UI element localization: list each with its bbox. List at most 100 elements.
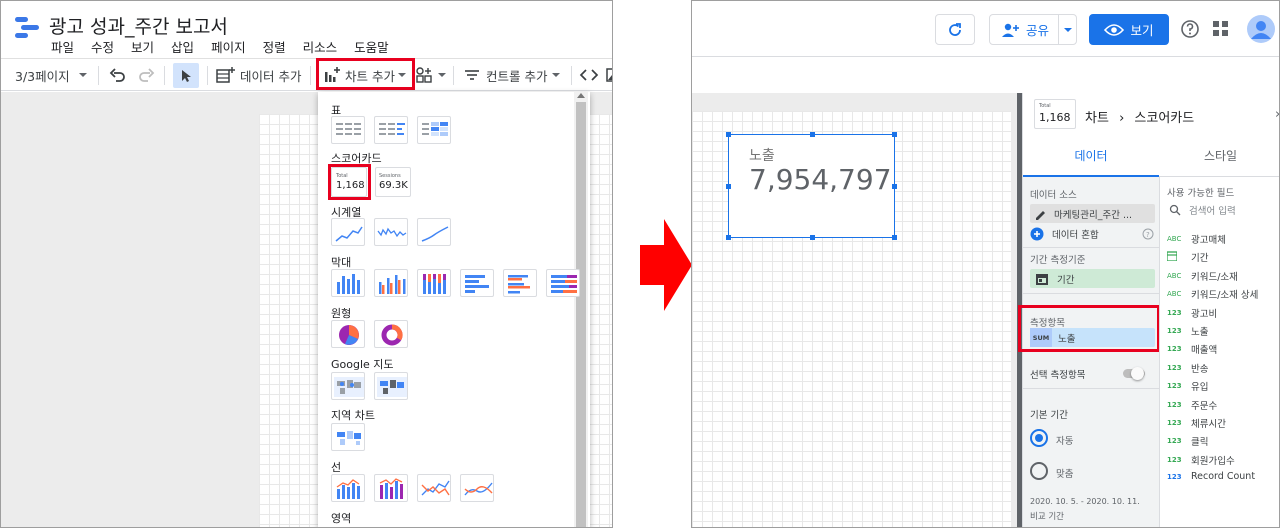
google-maps-filled-option[interactable] [374, 372, 408, 400]
line-chart-option[interactable] [417, 474, 451, 502]
menu-arrange[interactable]: 정렬 [263, 37, 286, 56]
field-type-icon: 123 [1167, 400, 1182, 409]
breadcrumb-chart[interactable]: 차트 [1085, 111, 1109, 126]
data-source-chip[interactable]: 마케팅관리_주간 ... [1030, 204, 1155, 223]
field-name: 체류시간 [1191, 419, 1226, 430]
menu-insert[interactable]: 삽입 [171, 37, 194, 56]
add-control-button[interactable]: 컨트롤 추가 [463, 59, 561, 91]
timeseries-option[interactable] [331, 218, 365, 246]
menu-file[interactable]: 파일 [51, 37, 74, 56]
add-component-icon[interactable] [415, 59, 446, 91]
field-item[interactable]: 123 Record Count [1167, 471, 1255, 482]
field-type-icon: ABC [1167, 235, 1182, 243]
field-name: 반송 [1191, 363, 1209, 375]
field-item[interactable]: 123 주문수 [1167, 398, 1217, 412]
image-icon[interactable] [606, 59, 612, 91]
field-item[interactable]: 123 노출 [1167, 324, 1208, 338]
custom-radio[interactable] [1030, 462, 1048, 480]
sparkline-option[interactable] [374, 218, 408, 246]
field-name: 기간 [1191, 253, 1209, 265]
page-selector[interactable]: 3/3페이지 [15, 59, 87, 91]
select-cursor-icon[interactable] [173, 63, 199, 88]
column-chart-option[interactable] [331, 269, 365, 297]
field-type-icon: 123 [1167, 437, 1182, 446]
stacked-bar-option[interactable] [546, 269, 580, 297]
field-item[interactable]: 123 광고비 [1167, 306, 1217, 320]
field-item[interactable]: 123 유입 [1167, 379, 1208, 393]
menu-resource[interactable]: 리소스 [303, 37, 338, 56]
field-item[interactable]: ABC 키워드/소재 상세 [1167, 287, 1258, 301]
field-item[interactable]: 123 클릭 [1167, 434, 1208, 448]
chevron-right-icon[interactable]: › [1275, 107, 1279, 122]
menu-scrollbar[interactable] [574, 92, 588, 527]
table-bar-option[interactable] [374, 116, 408, 144]
geo-chart-option[interactable] [331, 423, 365, 451]
donut-chart-option[interactable] [374, 320, 408, 348]
smooth-line-option[interactable] [460, 474, 494, 502]
field-item[interactable]: 123 반송 [1167, 361, 1208, 375]
help-icon: ? [1142, 228, 1154, 240]
section-geomap: 지역 차트 [331, 409, 375, 422]
field-name: 광고비 [1191, 308, 1218, 320]
date-dimension-chip[interactable]: 기간 [1030, 269, 1155, 288]
google-maps-bubble-option[interactable] [331, 372, 365, 400]
compare-period-label[interactable]: 비교 기간 [1030, 510, 1064, 522]
grouped-column-option[interactable] [374, 269, 408, 297]
optional-metrics-toggle[interactable] [1123, 367, 1145, 380]
menu-help[interactable]: 도움말 [354, 37, 389, 56]
report-title[interactable]: 광고 성과_주간 보고서 [49, 12, 228, 39]
chart-type-thumbnail[interactable]: Total 1,168 [1034, 99, 1076, 129]
apps-grid-icon[interactable] [1213, 21, 1229, 41]
menu-page[interactable]: 페이지 [211, 37, 246, 56]
table-heatmap-option[interactable] [417, 116, 451, 144]
undo-icon[interactable] [109, 59, 127, 91]
data-studio-logo-icon[interactable] [15, 15, 39, 41]
view-button[interactable]: 보기 [1089, 14, 1169, 45]
section-area: 영역 [331, 512, 352, 525]
custom-label: 맞춤 [1056, 469, 1074, 480]
scorecard-widget[interactable]: 노출 7,954,797 [726, 132, 897, 240]
scorecard-option-label: Sessions [379, 173, 401, 179]
arrow-right-icon [640, 219, 692, 311]
tab-bar: 데이터 스타일 [1023, 137, 1279, 177]
scorecard-compact-option[interactable]: Sessions 69.3K [375, 167, 411, 197]
embed-code-icon[interactable] [579, 59, 599, 91]
field-search-input[interactable]: 검색어 입력 [1165, 201, 1277, 219]
table-chart-option[interactable] [331, 116, 365, 144]
pie-chart-option[interactable] [331, 320, 365, 348]
field-name: 키워드/소재 [1191, 271, 1238, 283]
field-item[interactable]: ABC 광고매체 [1167, 232, 1226, 246]
bar-chart-option[interactable] [460, 269, 494, 297]
help-icon[interactable] [1180, 19, 1200, 43]
breadcrumb-type[interactable]: 스코어카드 [1134, 111, 1194, 126]
refresh-button[interactable] [935, 14, 975, 45]
add-circle-icon [1030, 227, 1044, 241]
add-data-button[interactable]: 데이터 추가 [215, 59, 301, 91]
menu-edit[interactable]: 수정 [91, 37, 114, 56]
field-item[interactable]: 123 체류시간 [1167, 416, 1226, 430]
blend-data-button[interactable]: 데이터 혼합 ? [1030, 226, 1155, 242]
share-button[interactable]: 공유 [989, 14, 1077, 45]
share-label: 공유 [1026, 23, 1050, 38]
avatar[interactable] [1247, 15, 1275, 47]
smoothed-timeseries-option[interactable] [417, 218, 451, 246]
menu-view[interactable]: 보기 [131, 37, 154, 56]
field-type-icon: 123 [1167, 308, 1182, 317]
auto-radio[interactable] [1030, 429, 1048, 447]
combo-chart-option[interactable] [331, 474, 365, 502]
field-name: 광고매체 [1191, 235, 1226, 246]
redo-icon[interactable] [137, 59, 155, 91]
stacked-column-option[interactable] [417, 269, 451, 297]
field-item[interactable]: 기간 [1166, 250, 1209, 265]
scorecard-highlight [328, 164, 371, 200]
default-period-title: 기본 기간 [1030, 410, 1068, 421]
tab-style[interactable]: 스타일 [1159, 137, 1279, 177]
field-item[interactable]: 123 매출액 [1167, 342, 1217, 356]
field-item[interactable]: 123 회원가입수 [1167, 453, 1235, 467]
tab-data[interactable]: 데이터 [1023, 137, 1159, 177]
search-icon [1169, 204, 1181, 216]
grouped-bar-option[interactable] [503, 269, 537, 297]
date-dimension-name: 기간 [1057, 274, 1075, 286]
field-item[interactable]: ABC 키워드/소재 [1167, 269, 1238, 283]
stacked-combo-option[interactable] [374, 474, 408, 502]
